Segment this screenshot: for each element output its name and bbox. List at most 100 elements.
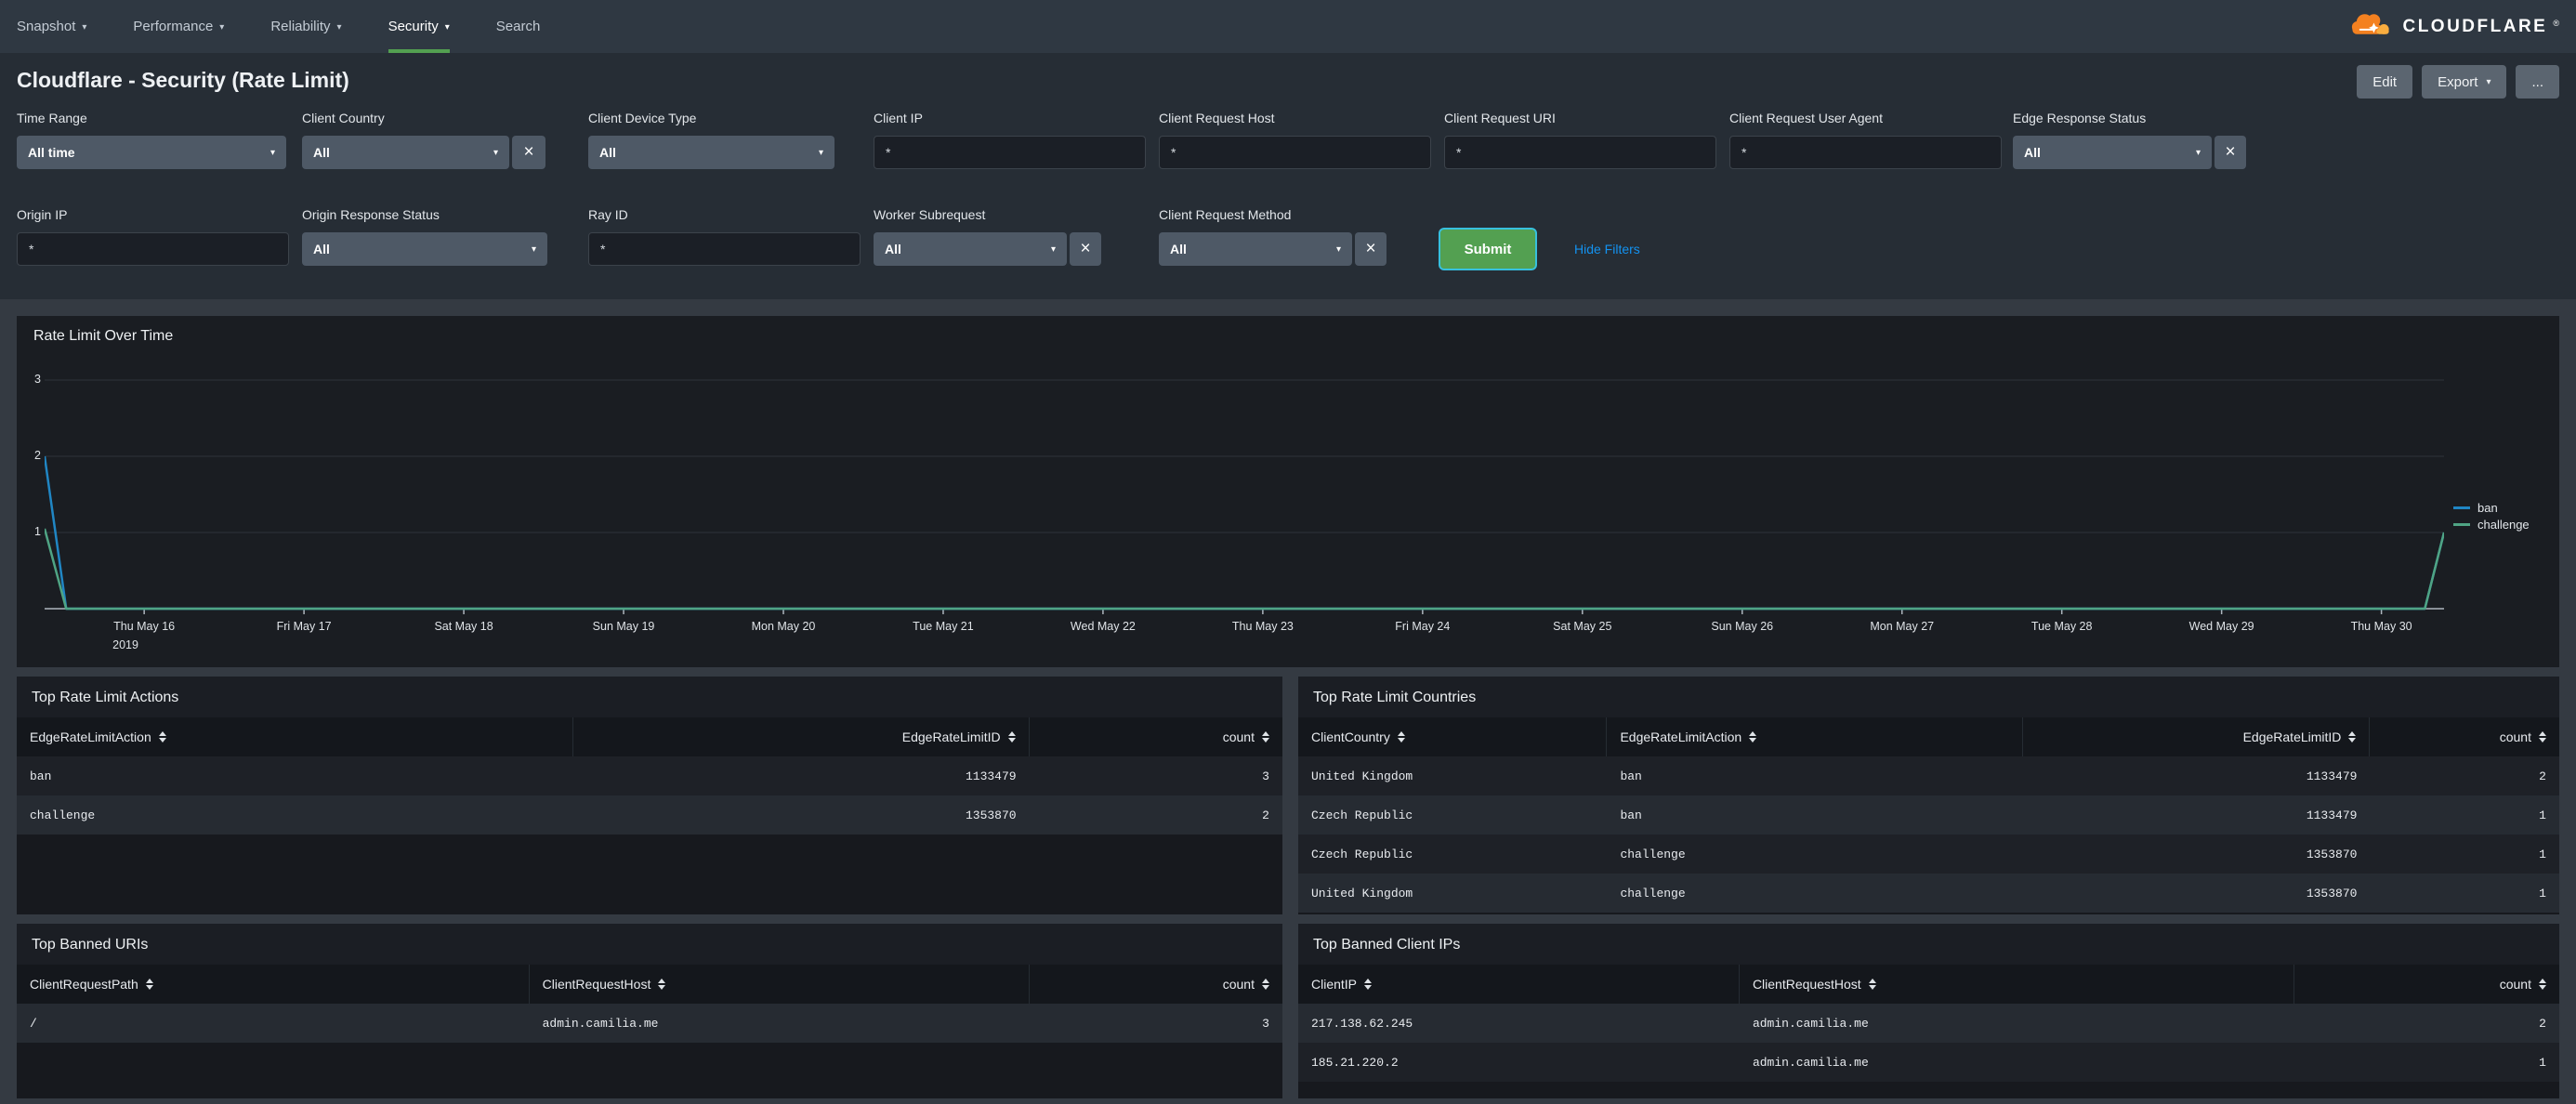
table-row[interactable]: United Kingdom ban 1133479 2 [1298,756,2559,795]
ray-id-input[interactable] [588,232,861,266]
sort-icon [2348,731,2357,743]
filter-control: All ▾ × [302,136,545,169]
filter-client-request-method: Client Request Method All ▾ × [1159,207,1387,266]
sort-icon [145,979,153,990]
sort-icon [2538,979,2546,990]
origin-response-status-dropdown[interactable]: All ▾ [302,232,547,266]
filter-label: Client Request URI [1444,111,1556,125]
table-cell: admin.camilia.me [1752,1055,1869,1070]
filter-control: All ▾ [588,136,835,169]
column-header-count[interactable]: count [1030,717,1282,756]
origin-ip-input[interactable] [17,232,289,266]
nav-item-label: Security [388,19,439,34]
x-axis-tick-label: Fri May 24 [1395,620,1451,633]
column-header-label: ClientCountry [1311,729,1390,744]
filter-label: Client Request User Agent [1729,111,1883,125]
column-header-label: count [2499,729,2531,744]
table-row[interactable]: 217.138.62.245 admin.camilia.me 2 [1298,1004,2559,1043]
client-request-method-dropdown[interactable]: All ▾ [1159,232,1352,266]
edit-button[interactable]: Edit [2357,65,2413,99]
nav-item-reliability[interactable]: Reliability ▾ [270,0,341,53]
export-button[interactable]: Export ▾ [2422,65,2507,99]
column-header-label: ClientIP [1311,977,1358,992]
chevron-down-icon: ▾ [1335,243,1341,255]
table-row[interactable]: 185.21.220.2 admin.camilia.me 1 [1298,1043,2559,1082]
client-device-type-dropdown[interactable]: All ▾ [588,136,835,169]
cloudflare-logo: CLOUDFLARE ® [2346,9,2559,44]
table-row[interactable]: / admin.camilia.me 3 [17,1004,1282,1043]
column-header-clientrequesthost[interactable]: ClientRequestHost [1740,965,2295,1004]
dropdown-value: All [313,145,330,160]
sort-icon [1364,979,1373,990]
clear-filter-button[interactable]: × [1070,232,1101,266]
x-axis-tick-label: Sat May 18 [434,620,493,633]
column-header-count[interactable]: count [1030,965,1282,1004]
chevron-down-icon: ▾ [2486,76,2491,87]
table-cell: challenge [30,808,96,822]
client-request-uri-input[interactable] [1444,136,1716,169]
table-cell: 1133479 [2306,808,2358,822]
column-header-edgeratelimitid[interactable]: EdgeRateLimitID [573,717,1030,756]
clear-filter-button[interactable]: × [1355,232,1387,266]
column-header-clientip[interactable]: ClientIP [1298,965,1740,1004]
nav-item-performance[interactable]: Performance ▾ [133,0,224,53]
dropdown-value: All [885,242,901,256]
time-range-dropdown[interactable]: All time ▾ [17,136,286,169]
column-header-count[interactable]: count [2370,717,2559,756]
client-request-host-input[interactable] [1159,136,1431,169]
column-header-edgeratelimitaction[interactable]: EdgeRateLimitAction [1607,717,2024,756]
column-header-clientrequesthost[interactable]: ClientRequestHost [530,965,1030,1004]
chevron-down-icon: ▾ [493,147,498,158]
client-request-user-agent-input[interactable] [1729,136,2002,169]
table-cell: ban [30,769,52,783]
table-cell: 3 [1262,1016,1269,1031]
table-header-row: EdgeRateLimitAction EdgeRateLimitID count [17,717,1282,756]
worker-subrequest-dropdown[interactable]: All ▾ [874,232,1067,266]
filter-label: Origin IP [17,207,68,222]
column-header-clientcountry[interactable]: ClientCountry [1298,717,1608,756]
column-header-edgeratelimitaction[interactable]: EdgeRateLimitAction [17,717,574,756]
legend-item-ban[interactable]: ban [2453,499,2530,516]
nav-item-security[interactable]: Security ▾ [388,0,451,53]
column-header-clientrequestpath[interactable]: ClientRequestPath [17,965,530,1004]
y-axis-tick-label: 3 [34,373,41,386]
nav-item-search[interactable]: Search [496,0,541,53]
column-header-label: ClientRequestHost [1752,977,1861,992]
column-header-edgeratelimitid[interactable]: EdgeRateLimitID [2023,717,2371,756]
column-header-count[interactable]: count [2294,965,2559,1004]
column-header-label: count [1222,977,1255,992]
table-row[interactable]: ban 1133479 3 [17,756,1282,795]
table-cell: Czech Republic [1311,808,1413,822]
clear-filter-button[interactable]: × [2215,136,2246,169]
table-row[interactable]: challenge 1353870 2 [17,795,1282,835]
sort-icon [1261,731,1269,743]
filter-edge-response-status: Edge Response Status All ▾ × [2013,111,2246,169]
edge-response-status-dropdown[interactable]: All ▾ [2013,136,2212,169]
column-header-label: count [2499,977,2531,992]
x-axis-tick-label: Thu May 30 [2350,620,2412,633]
hide-filters-link[interactable]: Hide Filters [1574,242,1640,256]
legend-item-challenge[interactable]: challenge [2453,516,2530,532]
chart-title: Rate Limit Over Time [33,328,174,344]
table-cell: challenge [1620,847,1686,861]
legend-label: ban [2477,500,2498,515]
chevron-down-icon: ▾ [2195,147,2201,158]
sort-icon [1397,731,1405,743]
table-cell: 185.21.220.2 [1311,1055,1399,1070]
x-axis-tick-label: Thu May 16 [113,620,176,633]
client-country-dropdown[interactable]: All ▾ [302,136,509,169]
page-title: Cloudflare - Security (Rate Limit) [17,68,349,92]
submit-button[interactable]: Submit [1439,228,1537,270]
clear-filter-button[interactable]: × [512,136,545,169]
x-axis-tick-label: Thu May 23 [1231,620,1294,633]
table-row[interactable]: Czech Republic ban 1133479 1 [1298,795,2559,835]
nav-item-snapshot[interactable]: Snapshot ▾ [17,0,86,53]
client-ip-input[interactable] [874,136,1146,169]
filter-control [874,136,1146,169]
table-row[interactable]: United Kingdom challenge 1353870 1 [1298,874,2559,913]
table-row[interactable]: Czech Republic challenge 1353870 1 [1298,835,2559,874]
registered-mark: ® [2553,18,2559,28]
more-button[interactable]: ... [2516,65,2559,99]
table-cell: 1353870 [965,808,1017,822]
filter-label: Client Device Type [588,111,697,125]
